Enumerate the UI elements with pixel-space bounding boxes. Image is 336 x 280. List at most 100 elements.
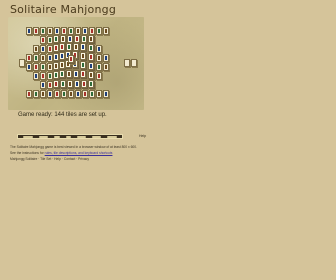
mahjong-tile[interactable] bbox=[40, 90, 46, 98]
mahjong-tile[interactable] bbox=[80, 43, 86, 51]
mahjong-tile[interactable] bbox=[74, 80, 80, 88]
mahjong-tile[interactable] bbox=[81, 35, 87, 43]
mahjong-tile[interactable] bbox=[96, 54, 102, 62]
mahjong-tile[interactable] bbox=[96, 72, 102, 80]
mahjong-tile[interactable] bbox=[26, 54, 32, 62]
mahjong-tile[interactable] bbox=[89, 27, 95, 35]
mahjong-tile[interactable] bbox=[47, 90, 53, 98]
tile-symbol bbox=[126, 61, 128, 65]
mahjong-tile[interactable] bbox=[40, 54, 46, 62]
tile-symbol bbox=[35, 47, 37, 51]
mahjong-tile[interactable] bbox=[80, 70, 86, 78]
mahjong-tile[interactable] bbox=[54, 27, 60, 35]
mahjong-tile[interactable] bbox=[103, 54, 109, 62]
mahjong-tile[interactable] bbox=[40, 45, 46, 53]
mahjong-tile[interactable] bbox=[80, 52, 86, 60]
restart-button[interactable] bbox=[39, 135, 48, 138]
tile-symbol bbox=[55, 73, 57, 77]
footer-links[interactable]: Mahjongg Solitaire · Tile Set · Help · C… bbox=[10, 157, 89, 161]
tile-symbol bbox=[90, 73, 92, 77]
mahjong-tile[interactable] bbox=[96, 90, 102, 98]
mahjong-tile[interactable] bbox=[68, 27, 74, 35]
page: Solitaire Mahjongg Game ready: 144 tiles… bbox=[0, 0, 336, 280]
tile-symbol bbox=[90, 46, 92, 50]
mahjong-tile[interactable] bbox=[33, 27, 39, 35]
mahjong-tile[interactable] bbox=[40, 81, 46, 89]
mahjong-tile[interactable] bbox=[33, 45, 39, 53]
game-board[interactable] bbox=[8, 17, 144, 110]
mahjong-tile[interactable] bbox=[61, 27, 67, 35]
mahjong-tile[interactable] bbox=[81, 80, 87, 88]
mahjong-tile[interactable] bbox=[60, 35, 66, 43]
mahjong-tile[interactable] bbox=[33, 63, 39, 71]
mahjong-tile[interactable] bbox=[53, 35, 59, 43]
mahjong-tile[interactable] bbox=[88, 62, 94, 70]
mahjong-tile[interactable] bbox=[73, 70, 79, 78]
mahjong-tile[interactable] bbox=[59, 43, 65, 51]
mahjong-tile[interactable] bbox=[40, 27, 46, 35]
mahjong-tile[interactable] bbox=[54, 90, 60, 98]
mahjong-tile[interactable] bbox=[40, 72, 46, 80]
tile-symbol bbox=[82, 45, 84, 49]
tile-symbol bbox=[28, 56, 30, 60]
tile-symbol bbox=[105, 56, 107, 60]
mahjong-tile[interactable] bbox=[26, 27, 32, 35]
mahjong-tile[interactable] bbox=[88, 44, 94, 52]
game-toolbar bbox=[17, 134, 123, 139]
tile-symbol bbox=[76, 37, 78, 41]
shuffle-button[interactable] bbox=[77, 135, 86, 138]
mahjong-tile[interactable] bbox=[59, 70, 65, 78]
mahjong-tile[interactable] bbox=[61, 90, 67, 98]
undo-button[interactable] bbox=[54, 135, 60, 138]
instructions-link[interactable]: rules, tile descriptions, and keyboard s… bbox=[45, 151, 113, 155]
hint-button[interactable] bbox=[66, 135, 71, 138]
mahjong-tile[interactable] bbox=[96, 45, 102, 53]
mahjong-tile[interactable] bbox=[88, 71, 94, 79]
footer-note: The Solitaire Mahjongg game is best view… bbox=[10, 145, 137, 149]
mahjong-tile[interactable] bbox=[67, 54, 74, 63]
mahjong-tile[interactable] bbox=[80, 61, 86, 69]
tile-symbol bbox=[90, 82, 92, 86]
mahjong-tile[interactable] bbox=[47, 27, 53, 35]
mahjong-tile[interactable] bbox=[124, 58, 130, 67]
mahjong-tile[interactable] bbox=[33, 54, 39, 62]
mahjong-tile[interactable] bbox=[19, 58, 25, 67]
mahjong-tile[interactable] bbox=[75, 90, 81, 98]
options-button[interactable] bbox=[107, 135, 117, 138]
mahjong-tile[interactable] bbox=[33, 90, 39, 98]
mahjong-tile[interactable] bbox=[66, 43, 72, 51]
mahjong-tile[interactable] bbox=[68, 90, 74, 98]
mahjong-tile[interactable] bbox=[88, 80, 94, 88]
mahjong-tile[interactable] bbox=[74, 35, 80, 43]
mahjong-tile[interactable] bbox=[82, 27, 88, 35]
mahjong-tile[interactable] bbox=[66, 70, 72, 78]
mahjong-tile[interactable] bbox=[33, 72, 39, 80]
mahjong-tile[interactable] bbox=[96, 63, 102, 71]
mahjong-tile[interactable] bbox=[67, 35, 73, 43]
mahjong-tile[interactable] bbox=[40, 63, 46, 71]
mahjong-tile[interactable] bbox=[67, 80, 73, 88]
mahjong-tile[interactable] bbox=[26, 63, 32, 71]
tile-symbol bbox=[75, 45, 77, 49]
mahjong-tile[interactable] bbox=[88, 35, 94, 43]
mahjong-tile[interactable] bbox=[60, 80, 66, 88]
mahjong-tile[interactable] bbox=[103, 90, 109, 98]
tile-symbol bbox=[76, 82, 78, 86]
mahjong-tile[interactable] bbox=[88, 53, 94, 61]
mahjong-tile[interactable] bbox=[103, 63, 109, 71]
mahjong-tile[interactable] bbox=[73, 43, 79, 51]
tile-symbol bbox=[49, 29, 51, 33]
mahjong-tile[interactable] bbox=[89, 90, 95, 98]
new-game-button[interactable] bbox=[23, 135, 33, 138]
mahjong-tile[interactable] bbox=[40, 36, 46, 44]
mahjong-tile[interactable] bbox=[75, 27, 81, 35]
help-link[interactable]: Help bbox=[139, 134, 146, 138]
mahjong-tile[interactable] bbox=[26, 90, 32, 98]
mahjong-tile[interactable] bbox=[131, 58, 137, 67]
mahjong-tile[interactable] bbox=[96, 27, 102, 35]
mahjong-tile[interactable] bbox=[103, 27, 109, 35]
mahjong-tile[interactable] bbox=[82, 90, 88, 98]
layout-button[interactable] bbox=[92, 135, 101, 138]
mahjong-tile[interactable] bbox=[53, 80, 59, 88]
tile-symbol bbox=[42, 74, 44, 78]
